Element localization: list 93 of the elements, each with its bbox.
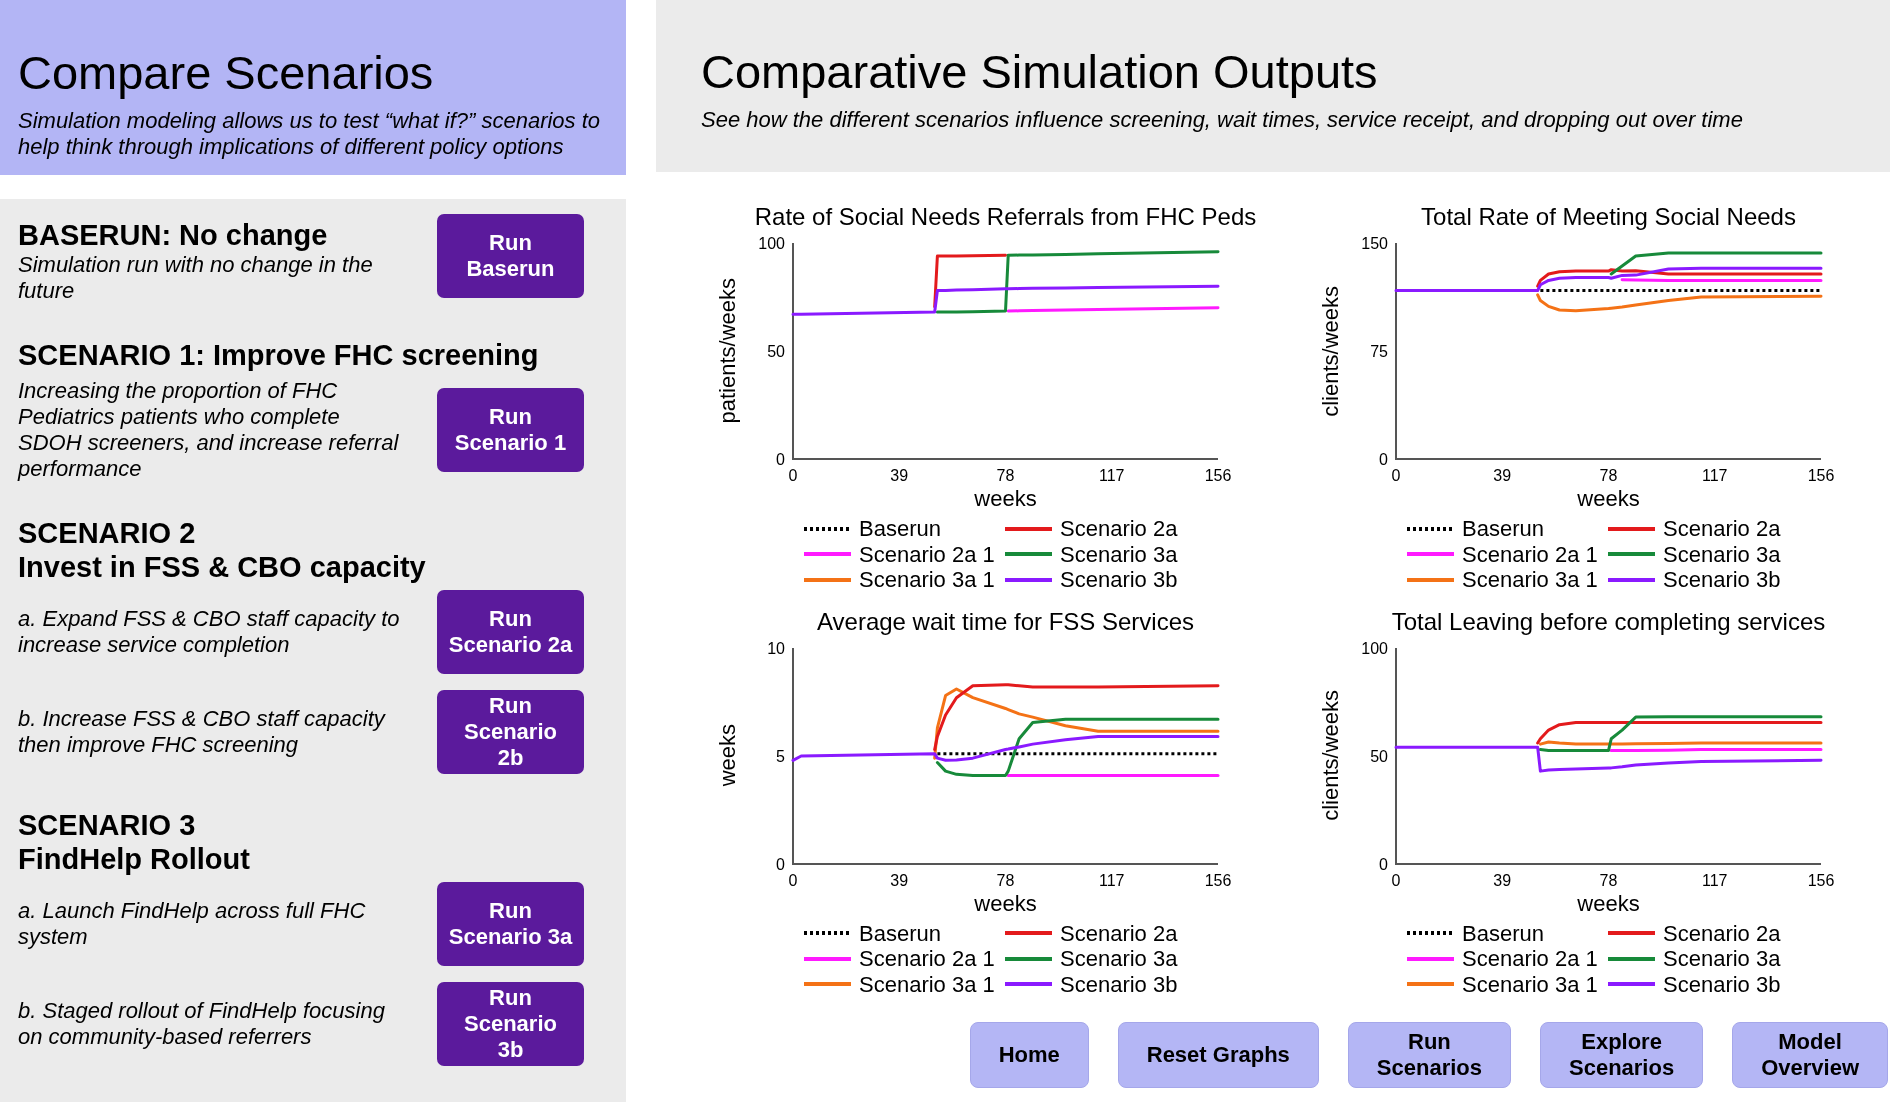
legend-label: Scenario 3b [1060,567,1178,593]
tick-label: 117 [1702,871,1728,889]
axis-label: weeks [1577,486,1640,512]
tick-label: 156 [1204,871,1232,889]
tick-label: 39 [890,871,909,889]
legend-label: Scenario 2a [1663,920,1781,946]
tick-label: 0 [1391,466,1401,484]
scenario-description: Simulation run with no change in the future [18,252,373,304]
legend-label: Scenario 3a 1 [1462,567,1598,593]
tick-label: 39 [1493,871,1512,889]
axis-label: clients/weeks [1318,285,1344,417]
run-button[interactable]: Run Scenario 2b [437,690,584,774]
run-button[interactable]: Run Baserun [437,214,584,298]
panel-title: Compare Scenarios [18,46,435,100]
scenario-description: Increasing the proportion of FHC Pediatrics patients who complete SDOH screeners, and increase referral performance [18,378,400,482]
tick-label: 50 [1370,747,1388,765]
legend-label: Scenario 3a [1060,541,1178,567]
legend-label: Scenario 2a 1 [859,541,995,567]
legend-label: Scenario 3a 1 [859,567,995,593]
chart-title: Total Rate of Meeting Social Needs [1421,202,1796,232]
section-heading: SCENARIO 3 FindHelp Rollout [18,808,250,876]
legend-label: Baserun [859,516,941,542]
page-subtitle: See how the different scenarios influence screening, wait times, service receipt, and dropping out over time [701,107,1744,133]
legend-label: Scenario 3a 1 [859,971,995,997]
run-button[interactable]: Run Scenario 3b [437,982,584,1066]
axis-label: weeks [715,724,741,787]
legend-label: Scenario 2a [1060,516,1178,542]
run-button[interactable]: Run Scenario 1 [437,388,584,472]
scenario-description: a. Launch FindHelp across full FHC system [18,898,367,950]
legend-label: Scenario 2a 1 [859,946,995,972]
legend-label: Baserun [859,920,941,946]
axis-label: patients/weeks [715,278,741,424]
section-heading: SCENARIO 2 Invest in FSS & CBO capacity [18,516,426,584]
nav-button[interactable]: Run Scenarios [1347,1022,1511,1088]
chart-title: Rate of Social Needs Referrals from FHC Peds [754,202,1257,232]
axis-label: weeks [974,486,1037,512]
panel-subtitle: Simulation modeling allows us to test “what if?” scenarios to help think through implications of different policy options [18,108,602,160]
tick-label: 0 [788,871,798,889]
tick-label: 0 [776,450,785,468]
tick-label: 50 [767,342,785,360]
legend-label: Scenario 3b [1663,567,1781,593]
tick-label: 39 [1493,466,1512,484]
tick-label: 39 [890,466,909,484]
axis-label: clients/weeks [1318,690,1344,821]
nav-button[interactable]: Reset Graphs [1117,1022,1319,1088]
tick-label: 117 [1099,871,1125,889]
tick-label: 78 [1599,871,1618,889]
legend-label: Scenario 2a 1 [1462,541,1598,567]
tick-label: 117 [1099,466,1125,484]
axis-label: weeks [1577,890,1640,917]
legend-label: Baserun [1462,516,1544,542]
tick-label: 150 [1361,234,1388,252]
page-title: Comparative Simulation Outputs [701,45,1378,99]
section-heading: SCENARIO 1: Improve FHC screening [18,338,539,372]
legend-label: Scenario 3a [1663,541,1781,567]
tick-label: 156 [1807,871,1835,889]
tick-label: 78 [1599,466,1618,484]
tick-label: 5 [776,747,785,765]
tick-label: 78 [996,871,1015,889]
tick-label: 75 [1370,342,1388,360]
tick-label: 156 [1807,466,1835,484]
legend-label: Scenario 2a 1 [1462,946,1598,972]
legend-label: Scenario 3b [1060,971,1178,997]
tick-label: 0 [1379,855,1388,873]
nav-button[interactable]: Explore Scenarios [1540,1022,1704,1088]
section-heading: BASERUN: No change [18,218,328,252]
nav-button[interactable]: Home [969,1022,1089,1088]
run-button[interactable]: Run Scenario 3a [437,882,584,966]
legend-label: Scenario 3a [1060,946,1178,972]
nav-button[interactable]: Model Overview [1732,1022,1888,1088]
tick-label: 0 [1391,871,1401,889]
scenario-description: a. Expand FSS & CBO staff capacity to increase service completion [18,606,401,658]
tick-label: 78 [996,466,1015,484]
tick-label: 10 [767,639,785,657]
tick-label: 117 [1702,466,1728,484]
chart-title: Total Leaving before completing services [1391,606,1826,637]
legend-label: Scenario 2a [1060,920,1178,946]
tick-label: 0 [1379,450,1388,468]
axis-label: weeks [974,890,1037,917]
scenario-description: b. Increase FSS & CBO staff capacity then improve FHC screening [18,706,387,758]
tick-label: 156 [1204,466,1232,484]
legend-label: Baserun [1462,920,1544,946]
legend-label: Scenario 3a [1663,946,1781,972]
tick-label: 100 [758,234,785,252]
legend-label: Scenario 3a 1 [1462,971,1598,997]
legend-label: Scenario 3b [1663,971,1781,997]
tick-label: 0 [788,466,798,484]
run-button[interactable]: Run Scenario 2a [437,590,584,674]
legend-label: Scenario 2a [1663,516,1781,542]
tick-label: 100 [1361,639,1388,657]
scenario-description: b. Staged rollout of FindHelp focusing on community-based referrers [18,998,386,1050]
chart-title: Average wait time for FSS Services [817,606,1194,637]
tick-label: 0 [776,855,785,873]
